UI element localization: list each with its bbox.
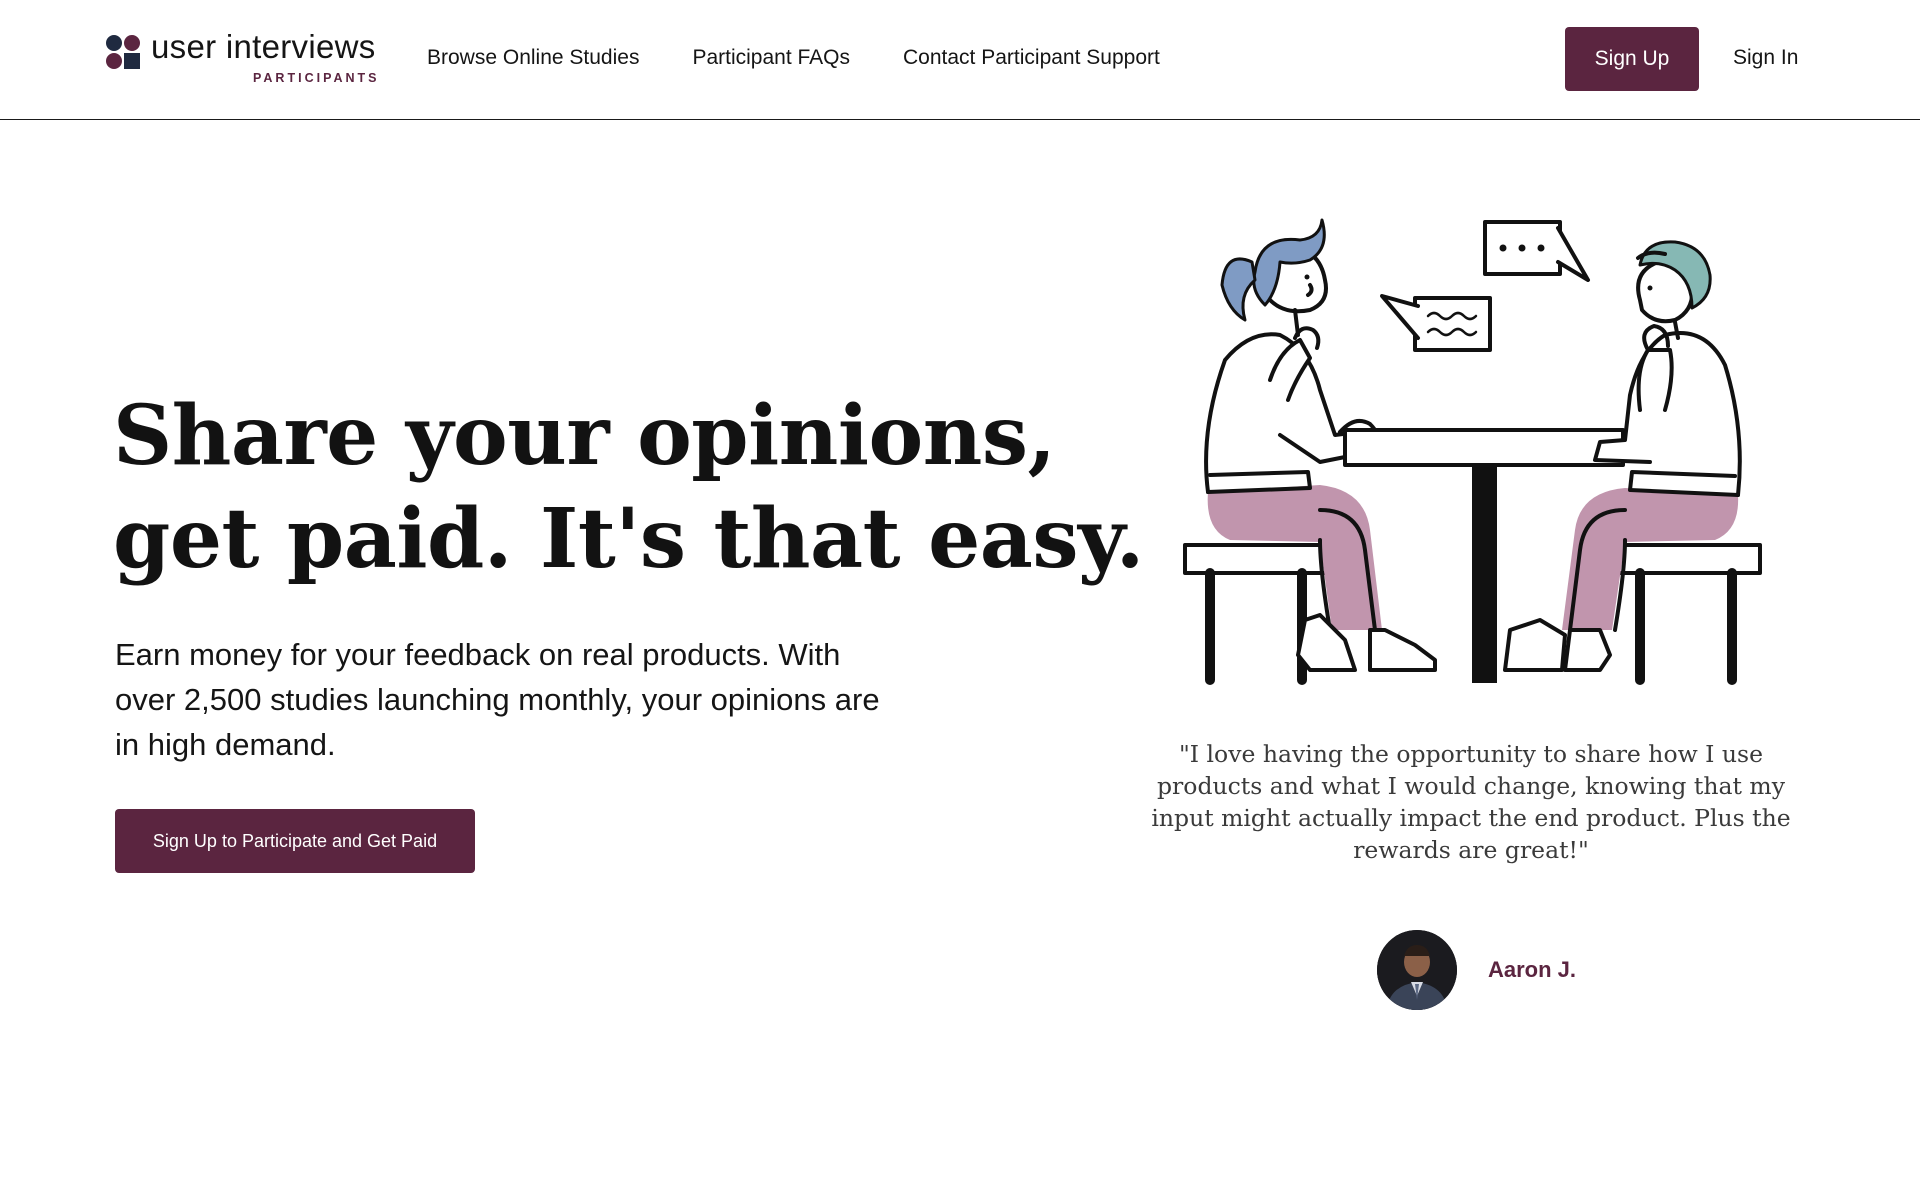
testimonial-author: Aaron J. bbox=[1488, 957, 1577, 982]
logo-wordmark: user interviews bbox=[151, 28, 376, 65]
sign-up-participate-button[interactable]: Sign Up to Participate and Get Paid bbox=[115, 809, 475, 873]
hero-title-line-2: get paid. It's that easy. bbox=[113, 491, 1144, 587]
sign-in-link[interactable]: Sign In bbox=[1733, 46, 1798, 70]
speech-bubble-dots-icon bbox=[1483, 220, 1590, 282]
speech-bubble-text-icon bbox=[1380, 294, 1492, 352]
hero-title: Share your opinions, get paid. It's that… bbox=[113, 385, 1144, 591]
nav-browse-online-studies[interactable]: Browse Online Studies bbox=[427, 46, 639, 70]
sign-up-button[interactable]: Sign Up bbox=[1565, 27, 1699, 91]
main-nav: Browse Online Studies Participant FAQs C… bbox=[427, 46, 1160, 70]
nav-contact-participant-support[interactable]: Contact Participant Support bbox=[903, 46, 1160, 70]
avatar-photo bbox=[1377, 930, 1457, 1010]
logo[interactable]: user interviews PARTICIPANTS bbox=[105, 28, 377, 88]
logo-mark-icon bbox=[106, 35, 140, 69]
avatar bbox=[1377, 930, 1457, 1010]
hero-subtitle: Earn money for your feedback on real pro… bbox=[115, 637, 880, 762]
nav-participant-faqs[interactable]: Participant FAQs bbox=[692, 46, 850, 70]
hero-title-line-1: Share your opinions, bbox=[113, 388, 1056, 484]
interview-illustration bbox=[1183, 218, 1762, 685]
testimonial-quote: "I love having the opportunity to share … bbox=[1151, 740, 1791, 864]
logo-subtitle: PARTICIPANTS bbox=[253, 71, 380, 85]
site-header: user interviews PARTICIPANTS Browse Onli… bbox=[0, 0, 1920, 120]
